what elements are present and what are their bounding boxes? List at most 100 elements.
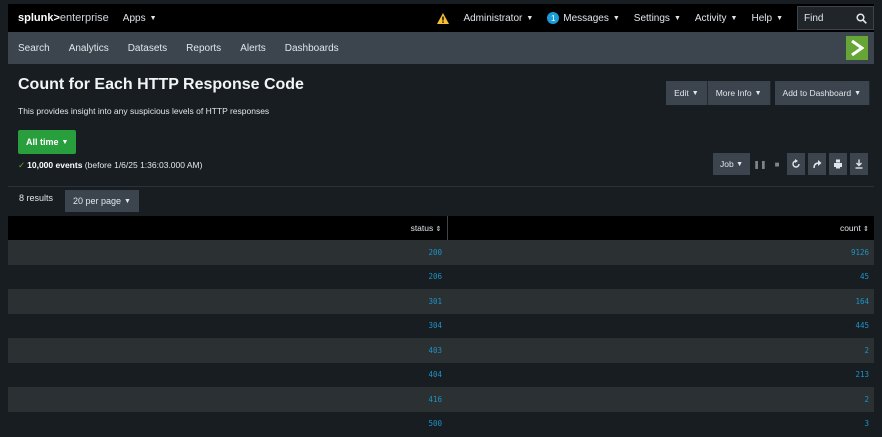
refresh-icon (792, 159, 800, 168)
top-bar: splunk>enterprise Apps ▼ Administrator ▼… (8, 4, 874, 32)
more-info-label: More Info (715, 88, 752, 98)
chevron-down-icon: ▼ (754, 89, 762, 97)
download-icon (855, 159, 863, 169)
logo-text: splunk> (18, 12, 60, 24)
job-menu-button[interactable]: Job ▼ (712, 153, 750, 175)
table-row: 200 9126 (8, 240, 874, 265)
print-button[interactable] (829, 153, 847, 175)
add-to-dashboard-button[interactable]: Add to Dashboard ▼ (774, 81, 870, 105)
activity-menu[interactable]: Activity ▼ (695, 13, 738, 24)
results-table-wrapper: status ⇕ count ⇕ 200 9126 206 45 301 164… (8, 216, 874, 436)
status-cell[interactable]: 404 (8, 362, 447, 387)
nav-alerts[interactable]: Alerts (240, 43, 266, 54)
app-nav-bar: Search Analytics Datasets Reports Alerts… (8, 32, 874, 64)
report-description: This provides insight into any suspiciou… (18, 106, 270, 116)
table-row: 206 45 (8, 264, 874, 289)
apps-label: Apps (122, 12, 146, 24)
count-header-label: count (839, 223, 861, 233)
chevron-down-icon: ▼ (526, 14, 534, 22)
table-row: 403 2 (8, 338, 874, 363)
status-cell[interactable]: 200 (8, 240, 447, 265)
share-icon (813, 160, 822, 169)
messages-badge: 1 (547, 12, 560, 24)
chevron-down-icon: ▼ (776, 14, 783, 22)
more-info-button[interactable]: More Info ▼ (707, 81, 771, 105)
report-actions: Edit ▼ More Info ▼ Add to Dashboard ▼ (666, 81, 870, 105)
warning-icon (437, 12, 450, 24)
count-cell[interactable]: 213 (447, 362, 874, 387)
help-menu[interactable]: Help ▼ (751, 13, 783, 24)
splunk-window: splunk>enterprise Apps ▼ Administrator ▼… (0, 0, 882, 437)
splunk-logo[interactable]: splunk>enterprise (18, 12, 109, 24)
find-input[interactable]: Find (797, 6, 874, 30)
status-cell[interactable]: 304 (8, 313, 447, 338)
count-column-header[interactable]: count ⇕ (447, 216, 874, 240)
nav-analytics[interactable]: Analytics (69, 43, 109, 54)
print-icon (834, 159, 842, 169)
status-cell[interactable]: 301 (8, 289, 447, 314)
report-header: Count for Each HTTP Response Code This p… (8, 64, 874, 186)
count-cell[interactable]: 3 (447, 411, 874, 436)
chevron-down-icon: ▼ (673, 14, 681, 22)
job-controls: Job ▼ ❚❚ ■ (712, 153, 868, 175)
event-summary: ✓ 10,000 events (before 1/6/25 1:36:03.00… (18, 160, 202, 171)
status-cell[interactable]: 500 (8, 411, 447, 436)
sort-icon: ⇕ (435, 226, 442, 233)
table-row: 404 213 (8, 362, 874, 387)
chevron-down-icon: ▼ (736, 160, 743, 168)
apps-menu[interactable]: Apps ▼ (123, 13, 157, 24)
edit-label: Edit (674, 88, 689, 98)
per-page-label: 20 per page (73, 196, 122, 206)
results-table: status ⇕ count ⇕ 200 9126 206 45 301 164… (8, 216, 874, 436)
user-menu[interactable]: Administrator ▼ (463, 13, 533, 24)
time-range-picker[interactable]: All time ▼ (18, 130, 77, 154)
table-header-row: status ⇕ count ⇕ (8, 216, 874, 240)
export-button[interactable] (850, 153, 868, 175)
count-cell[interactable]: 2 (447, 338, 874, 363)
event-count: 10,000 events (27, 160, 83, 170)
messages-label: Messages (563, 12, 609, 24)
status-cell[interactable]: 403 (8, 338, 447, 363)
results-bar: 8 results 20 per page ▼ (8, 186, 874, 216)
count-cell[interactable]: 2 (447, 387, 874, 412)
count-cell[interactable]: 9126 (447, 240, 874, 265)
table-row: 304 445 (8, 313, 874, 338)
settings-menu[interactable]: Settings ▼ (634, 13, 681, 24)
sort-icon: ⇕ (863, 226, 869, 233)
health-warning[interactable] (437, 12, 450, 24)
count-cell[interactable]: 164 (447, 289, 874, 314)
refresh-button[interactable] (787, 153, 805, 175)
logo-subtext: enterprise (59, 12, 109, 24)
nav-reports[interactable]: Reports (186, 43, 221, 54)
count-cell[interactable]: 445 (447, 313, 874, 338)
share-button[interactable] (808, 153, 826, 175)
nav-datasets[interactable]: Datasets (128, 43, 167, 54)
nav-search[interactable]: Search (18, 43, 50, 54)
table-row: 500 3 (8, 411, 874, 436)
chevron-down-icon: ▼ (612, 14, 620, 22)
status-header-label: status (410, 223, 434, 233)
help-label: Help (751, 12, 773, 24)
chevron-right-icon (851, 40, 864, 56)
nav-dashboards[interactable]: Dashboards (285, 43, 339, 54)
page-title: Count for Each HTTP Response Code (18, 76, 304, 93)
table-row: 416 2 (8, 387, 874, 412)
stop-icon[interactable]: ■ (770, 153, 784, 175)
status-cell[interactable]: 206 (8, 264, 447, 289)
messages-menu[interactable]: 1 Messages ▼ (547, 12, 620, 24)
per-page-dropdown[interactable]: 20 per page ▼ (65, 190, 139, 212)
result-count: 8 results (19, 193, 54, 203)
pause-icon[interactable]: ❚❚ (753, 153, 767, 175)
chevron-down-icon: ▼ (124, 197, 131, 205)
count-cell[interactable]: 45 (447, 264, 874, 289)
status-column-header[interactable]: status ⇕ (8, 216, 448, 240)
chevron-down-icon: ▼ (730, 14, 738, 22)
user-label: Administrator (463, 12, 523, 24)
add-to-dashboard-label: Add to Dashboard (782, 88, 852, 98)
time-range-label: All time (26, 137, 59, 147)
table-row: 301 164 (8, 289, 874, 314)
status-cell[interactable]: 416 (8, 387, 447, 412)
app-logo-icon[interactable] (846, 36, 868, 60)
edit-button[interactable]: Edit ▼ (666, 81, 708, 105)
search-icon[interactable] (856, 12, 867, 24)
